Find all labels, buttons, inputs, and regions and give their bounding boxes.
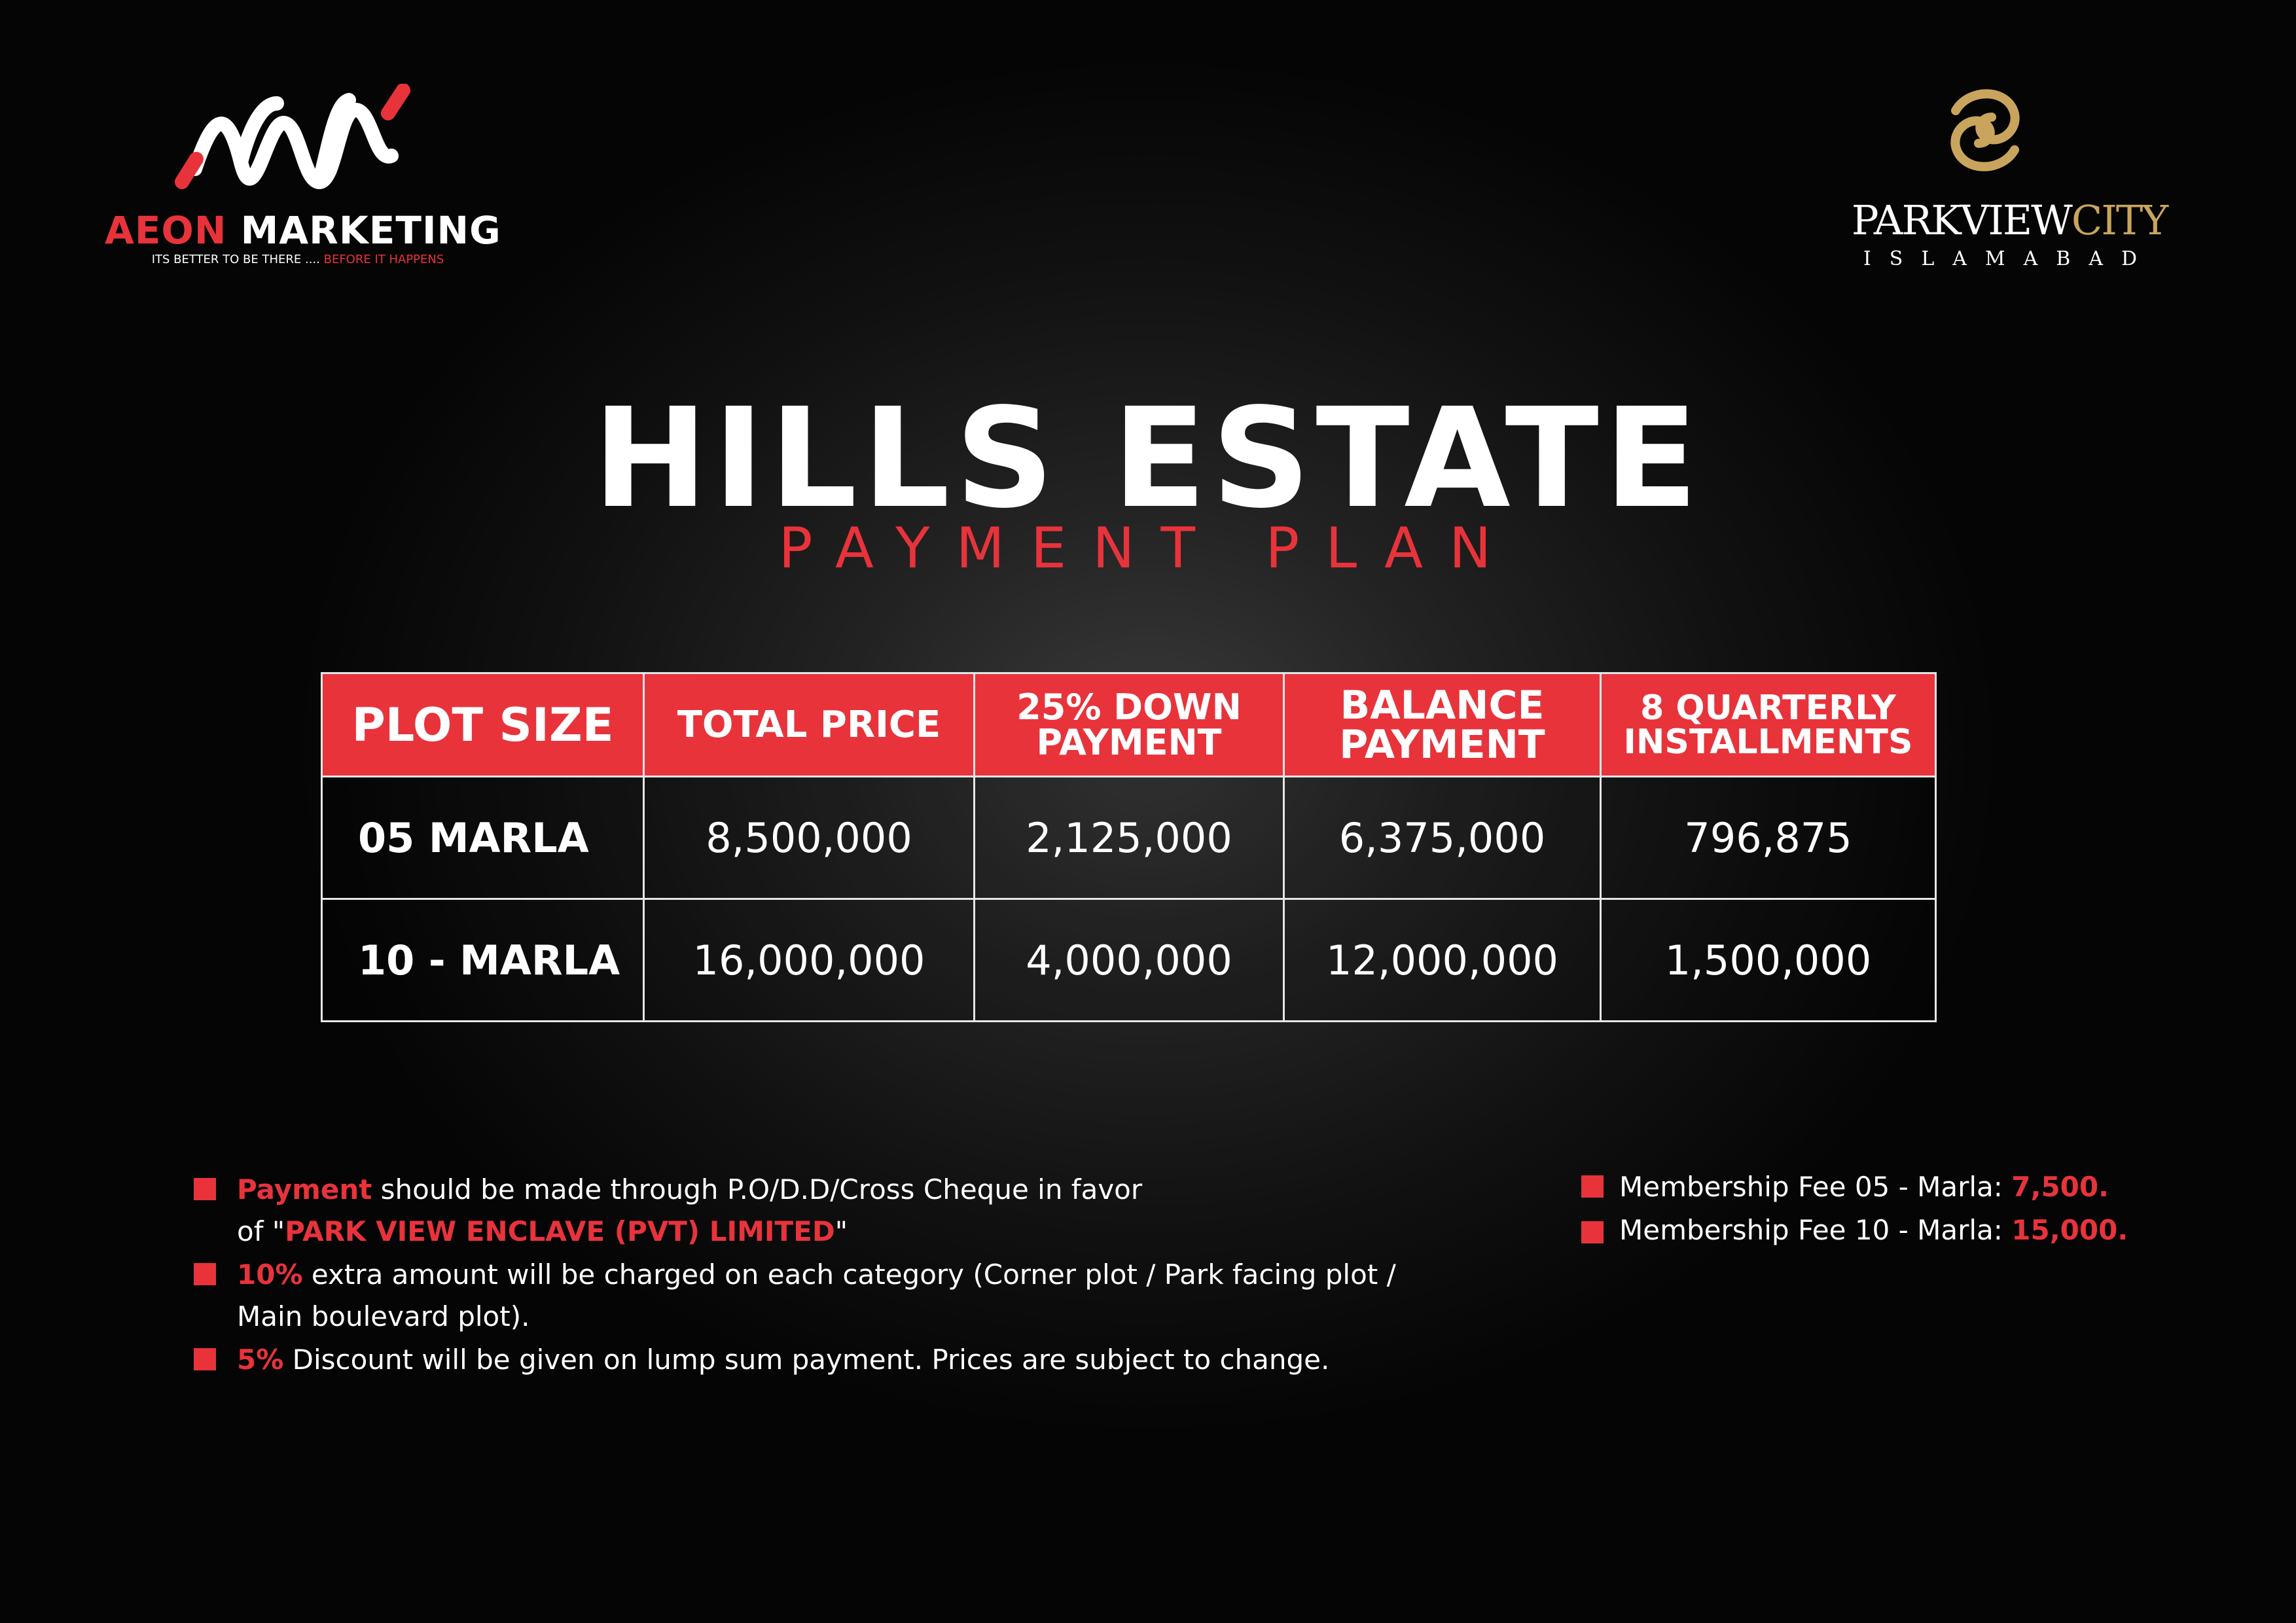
header-installments-line2: INSTALLMENTS <box>1623 722 1913 762</box>
park-view-brand-name: PARKVIEWCITY <box>1846 196 2173 244</box>
note-payment-line2: of "PARK VIEW ENCLAVE (PVT) LIMITED" <box>237 1211 848 1253</box>
cell-down-payment: 4,000,000 <box>973 898 1285 1022</box>
note-payee-prefix: of " <box>237 1215 285 1247</box>
header-balance-line2: PAYMENT <box>1339 721 1545 768</box>
membership-fee-05: Membership Fee 05 - Marla: 7,500. <box>1619 1166 2109 1208</box>
membership-bullet-icon <box>1581 1175 1604 1198</box>
park-view-name-gold: CITY <box>2071 196 2168 244</box>
header-installments: 8 QUARTERLY INSTALLMENTS <box>1600 672 1937 777</box>
header-down-line1: 25% DOWN <box>1016 686 1242 728</box>
aeon-brand-name-white: MARKETING <box>240 208 501 253</box>
note-extra-line1: 10% extra amount will be charged on each… <box>237 1254 1396 1296</box>
cell-total-price: 16,000,000 <box>643 898 975 1022</box>
note-payee-suffix: " <box>834 1215 848 1247</box>
membership-fee-10-value: 15,000. <box>2011 1214 2128 1246</box>
table-row: 05 MARLA 8,500,000 2,125,000 6,375,000 7… <box>321 776 1937 900</box>
header-total-price: TOTAL PRICE <box>643 672 975 777</box>
cell-installment: 1,500,000 <box>1600 898 1937 1022</box>
aeon-tagline-red: BEFORE IT HAPPENS <box>323 253 444 266</box>
note-extra-percent: 10% <box>237 1258 303 1291</box>
header-balance-line1: BALANCE <box>1340 682 1545 728</box>
note-extra-text: extra amount will be charged on each cat… <box>302 1258 1396 1291</box>
membership-fee-10-label: Membership Fee 10 - Marla: <box>1619 1214 2012 1246</box>
note-payment-line1: Payment should be made through P.O/D.D/C… <box>237 1169 1142 1211</box>
note-payment-keyword: Payment <box>237 1173 372 1205</box>
cell-installment: 796,875 <box>1600 776 1937 900</box>
note-discount-percent: 5% <box>237 1344 284 1376</box>
header-balance-payment: BALANCE PAYMENT <box>1283 672 1602 777</box>
cell-down-payment: 2,125,000 <box>973 776 1285 900</box>
header-plot-size: PLOT SIZE <box>321 672 645 777</box>
note-discount-text: Discount will be given on lump sum payme… <box>283 1344 1330 1376</box>
table-row: 10 - MARLA 16,000,000 4,000,000 12,000,0… <box>321 898 1937 1022</box>
header-installments-line1: 8 QUARTERLY <box>1640 688 1896 728</box>
note-bullet-icon <box>194 1348 216 1370</box>
page-subtitle: PAYMENT PLAN <box>778 516 1518 581</box>
note-bullet-icon <box>194 1178 216 1200</box>
membership-fee-10: Membership Fee 10 - Marla: 15,000. <box>1619 1209 2128 1251</box>
header-down-line2: PAYMENT <box>1036 721 1222 763</box>
cell-plot-size: 10 - MARLA <box>321 898 645 1022</box>
cell-total-price: 8,500,000 <box>643 776 975 900</box>
park-view-name-white: PARKVIEW <box>1851 196 2073 244</box>
membership-bullet-icon <box>1581 1221 1604 1243</box>
cell-balance-payment: 12,000,000 <box>1283 898 1602 1022</box>
park-view-city-label: ISLAMABAD <box>1863 247 2156 270</box>
note-extra-line2: Main boulevard plot). <box>237 1300 530 1332</box>
membership-fee-05-label: Membership Fee 05 - Marla: <box>1619 1171 2012 1203</box>
header-down-payment: 25% DOWN PAYMENT <box>973 672 1285 777</box>
aeon-brand-name: AEON MARKETING <box>105 208 501 253</box>
table-header-row: PLOT SIZE TOTAL PRICE 25% DOWN PAYMENT B… <box>321 672 1937 777</box>
aeon-logo-icon <box>175 84 410 190</box>
park-view-swirl-icon <box>1950 89 2020 171</box>
cell-plot-size: 05 MARLA <box>321 776 645 900</box>
aeon-tagline-white: ITS BETTER TO BE THERE .... <box>151 253 324 266</box>
payment-plan-table: PLOT SIZE TOTAL PRICE 25% DOWN PAYMENT B… <box>321 672 1937 1022</box>
membership-fee-05-value: 7,500. <box>2011 1171 2109 1203</box>
cell-balance-payment: 6,375,000 <box>1283 776 1602 900</box>
note-bullet-icon <box>194 1263 216 1285</box>
note-discount: 5% Discount will be given on lump sum pa… <box>237 1339 1329 1381</box>
page-title: HILLS ESTATE <box>592 378 1704 539</box>
note-payee-name: PARK VIEW ENCLAVE (PVT) LIMITED <box>285 1215 835 1247</box>
aeon-tagline: ITS BETTER TO BE THERE .... BEFORE IT HA… <box>105 253 491 266</box>
note-payment-text: should be made through P.O/D.D/Cross Che… <box>372 1173 1143 1205</box>
aeon-brand-name-red: AEON <box>105 208 227 253</box>
